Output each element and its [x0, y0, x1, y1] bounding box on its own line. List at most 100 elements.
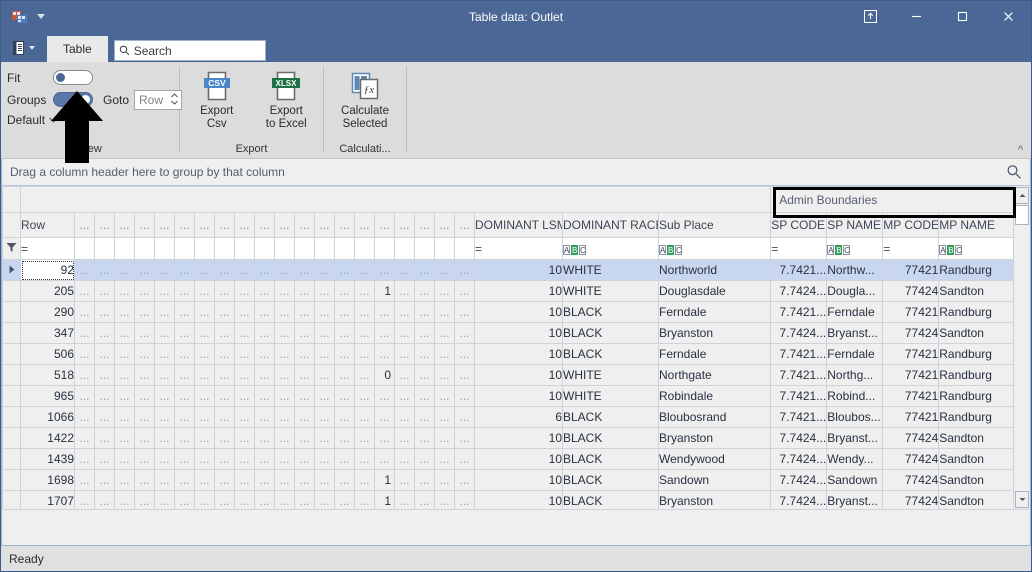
column-header-hidden[interactable]: ...	[235, 213, 255, 238]
table-row[interactable]: 1698....................................…	[3, 470, 1019, 491]
cell-dominant_lsm[interactable]: 10	[475, 302, 563, 323]
cell-hidden-col[interactable]: ...	[135, 470, 155, 491]
cell-mp_code[interactable]: 77424	[883, 470, 939, 491]
cell-hidden-col[interactable]: ...	[455, 428, 475, 449]
cell-hidden-col[interactable]: ...	[295, 449, 315, 470]
cell-hidden-col[interactable]: 0	[375, 365, 395, 386]
cell-hidden-col[interactable]: ...	[415, 407, 435, 428]
cell-hidden-col[interactable]: ...	[195, 491, 215, 510]
scrollbar-track[interactable]	[1014, 225, 1030, 490]
cell-dominant_lsm[interactable]: 6	[475, 407, 563, 428]
cell-hidden-col[interactable]: ...	[75, 344, 95, 365]
minimize-button[interactable]	[893, 1, 939, 32]
cell-hidden-col[interactable]: ...	[215, 302, 235, 323]
cell-hidden-col[interactable]: ...	[375, 407, 395, 428]
cell-mp_code[interactable]: 77421	[883, 365, 939, 386]
cell-hidden-col[interactable]: ...	[375, 449, 395, 470]
cell-row-number[interactable]: 518	[21, 365, 75, 386]
cell-hidden-col[interactable]: ...	[395, 302, 415, 323]
filter-cell-hidden[interactable]	[235, 238, 255, 260]
cell-hidden-col[interactable]: ...	[175, 260, 195, 281]
goto-row-stepper[interactable]: Row	[134, 90, 182, 110]
column-header-hidden[interactable]: ...	[135, 213, 155, 238]
app-menu-button[interactable]	[5, 34, 41, 62]
cell-hidden-col[interactable]: ...	[75, 302, 95, 323]
cell-hidden-col[interactable]: ...	[415, 344, 435, 365]
cell-hidden-col[interactable]: ...	[235, 302, 255, 323]
cell-hidden-col[interactable]: ...	[235, 260, 255, 281]
table-row[interactable]: 965.....................................…	[3, 386, 1019, 407]
restore-down-button[interactable]	[847, 1, 893, 32]
cell-hidden-col[interactable]: ...	[255, 344, 275, 365]
column-header-hidden[interactable]: ...	[455, 213, 475, 238]
cell-sp_code[interactable]: 7.7421...	[771, 260, 827, 281]
cell-dominant_lsm[interactable]: 10	[475, 260, 563, 281]
cell-dominant_race[interactable]: BLACK	[563, 344, 659, 365]
cell-row-number[interactable]: 965	[21, 386, 75, 407]
cell-hidden-col[interactable]: ...	[235, 365, 255, 386]
cell-hidden-col[interactable]: ...	[215, 323, 235, 344]
cell-hidden-col[interactable]: ...	[255, 449, 275, 470]
cell-sp_name[interactable]: Ferndale	[827, 302, 883, 323]
cell-sub_place[interactable]: Bryanston	[659, 428, 771, 449]
cell-hidden-col[interactable]: ...	[115, 428, 135, 449]
cell-hidden-col[interactable]: ...	[95, 428, 115, 449]
cell-hidden-col[interactable]: ...	[215, 449, 235, 470]
row-indicator[interactable]	[3, 365, 21, 386]
cell-hidden-col[interactable]: ...	[355, 281, 375, 302]
cell-hidden-col[interactable]: ...	[215, 344, 235, 365]
cell-hidden-col[interactable]: ...	[435, 365, 455, 386]
cell-hidden-col[interactable]: ...	[115, 323, 135, 344]
cell-hidden-col[interactable]: ...	[435, 449, 455, 470]
cell-hidden-col[interactable]: ...	[335, 344, 355, 365]
cell-row-number[interactable]: 1439	[21, 449, 75, 470]
filter-toggle-icon[interactable]	[3, 238, 21, 260]
column-header-hidden[interactable]: ...	[295, 213, 315, 238]
cell-dominant_lsm[interactable]: 10	[475, 344, 563, 365]
cell-hidden-col[interactable]: ...	[335, 323, 355, 344]
cell-hidden-col[interactable]: ...	[135, 365, 155, 386]
cell-hidden-col[interactable]: ...	[275, 386, 295, 407]
cell-hidden-col[interactable]: ...	[455, 407, 475, 428]
cell-hidden-col[interactable]: ...	[435, 386, 455, 407]
cell-hidden-col[interactable]: ...	[275, 491, 295, 510]
cell-mp_code[interactable]: 77421	[883, 344, 939, 365]
cell-hidden-col[interactable]: ...	[415, 470, 435, 491]
cell-mp_code[interactable]: 77421	[883, 407, 939, 428]
cell-hidden-col[interactable]: ...	[195, 386, 215, 407]
cell-mp_name[interactable]: Randburg	[939, 344, 1019, 365]
cell-hidden-col[interactable]: ...	[315, 470, 335, 491]
filter-cell-hidden[interactable]	[355, 238, 375, 260]
column-header-hidden[interactable]: ...	[315, 213, 335, 238]
cell-mp_name[interactable]: Randburg	[939, 302, 1019, 323]
cell-hidden-col[interactable]: ...	[95, 281, 115, 302]
cell-hidden-col[interactable]: ...	[435, 281, 455, 302]
cell-hidden-col[interactable]: ...	[175, 491, 195, 510]
column-header-row-num[interactable]: Row	[21, 213, 75, 238]
grid-search-icon[interactable]	[1006, 164, 1022, 183]
cell-hidden-col[interactable]: ...	[315, 386, 335, 407]
cell-hidden-col[interactable]: ...	[195, 449, 215, 470]
cell-hidden-col[interactable]: ...	[315, 344, 335, 365]
cell-hidden-col[interactable]: ...	[255, 470, 275, 491]
cell-hidden-col[interactable]: ...	[155, 491, 175, 510]
cell-sub_place[interactable]: Douglasdale	[659, 281, 771, 302]
cell-hidden-col[interactable]: ...	[295, 281, 315, 302]
cell-mp_name[interactable]: Sandton	[939, 449, 1019, 470]
cell-hidden-col[interactable]: ...	[455, 323, 475, 344]
cell-sp_code[interactable]: 7.7421...	[771, 386, 827, 407]
cell-hidden-col[interactable]: ...	[295, 344, 315, 365]
cell-hidden-col[interactable]: ...	[255, 491, 275, 510]
cell-sp_name[interactable]: Sandown	[827, 470, 883, 491]
cell-hidden-col[interactable]: ...	[195, 260, 215, 281]
row-indicator[interactable]	[3, 491, 21, 510]
table-row[interactable]: 92......................................…	[3, 260, 1019, 281]
cell-sub_place[interactable]: Wendywood	[659, 449, 771, 470]
column-header-hidden[interactable]: ...	[415, 213, 435, 238]
filter-cell-hidden[interactable]	[435, 238, 455, 260]
cell-hidden-col[interactable]: ...	[135, 260, 155, 281]
cell-hidden-col[interactable]: ...	[295, 260, 315, 281]
cell-mp_code[interactable]: 77424	[883, 491, 939, 510]
cell-hidden-col[interactable]: ...	[415, 428, 435, 449]
cell-hidden-col[interactable]: ...	[335, 365, 355, 386]
